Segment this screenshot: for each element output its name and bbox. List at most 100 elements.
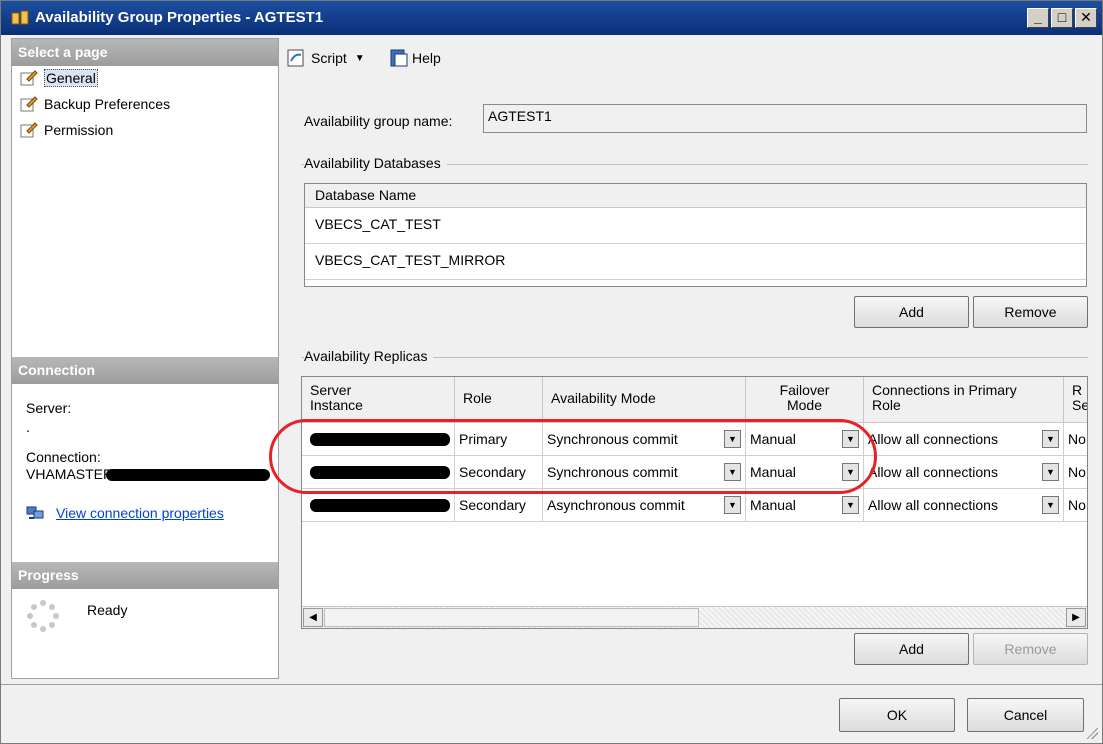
footer-divider	[1, 684, 1102, 685]
close-button[interactable]: ✕	[1075, 8, 1097, 28]
replica-server-cell[interactable]	[302, 489, 455, 522]
page-label: Backup Preferences	[44, 96, 171, 112]
ag-name-label: Availability group name:	[304, 113, 453, 129]
redaction	[310, 499, 450, 512]
readable-secondary-select[interactable]: No	[1064, 456, 1087, 489]
connection-properties-icon	[26, 506, 44, 519]
database-remove-button[interactable]: Remove	[973, 296, 1088, 328]
failover-mode-value: Manual	[750, 464, 796, 480]
view-connection-properties-text[interactable]: View connection properties	[56, 505, 224, 521]
replica-role-cell[interactable]: Secondary	[455, 456, 543, 489]
replica-role-cell[interactable]: Secondary	[455, 489, 543, 522]
connections-primary-select[interactable]: Allow all connections ▼	[864, 423, 1064, 456]
replica-server-cell[interactable]	[302, 423, 455, 456]
page-item-permission[interactable]: Permission	[20, 119, 113, 141]
failover-mode-select[interactable]: Manual ▼	[746, 489, 864, 522]
replica-role-cell[interactable]: Primary	[455, 423, 543, 456]
databases-group-title: Availability Databases	[304, 155, 447, 171]
availability-mode-select[interactable]: Asynchronous commit ▼	[543, 489, 746, 522]
app-icon	[11, 10, 29, 25]
progress-status: Ready	[87, 602, 128, 618]
column-header-role[interactable]: Role	[455, 377, 543, 423]
dropdown-arrow-icon[interactable]: ▼	[1042, 430, 1059, 448]
ok-button[interactable]: OK	[839, 698, 955, 732]
connection-value-text: VHAMASTER	[26, 466, 114, 482]
dropdown-arrow-icon[interactable]: ▼	[724, 463, 741, 481]
script-button[interactable]: Script ▼	[287, 45, 365, 71]
replica-add-button[interactable]: Add	[854, 633, 969, 665]
scroll-right-icon[interactable]: ▶	[1066, 608, 1086, 627]
page-item-backup-preferences[interactable]: Backup Preferences	[20, 93, 170, 115]
dropdown-arrow-icon[interactable]: ▼	[724, 496, 741, 514]
scroll-left-icon[interactable]: ◀	[303, 608, 323, 627]
databases-grid[interactable]: Database Name VBECS_CAT_TEST VBECS_CAT_T…	[304, 183, 1087, 287]
connections-primary-select[interactable]: Allow all connections ▼	[864, 489, 1064, 522]
connection-header: Connection	[12, 357, 278, 384]
horizontal-scrollbar[interactable]: ◀ ▶	[302, 606, 1087, 628]
redaction	[106, 469, 270, 481]
redaction	[310, 466, 450, 479]
dropdown-arrow-icon[interactable]: ▼	[842, 496, 859, 514]
table-row[interactable]: VBECS_CAT_TEST	[305, 208, 1086, 244]
failover-mode-select[interactable]: Manual ▼	[746, 456, 864, 489]
server-value: .	[26, 419, 30, 435]
page-label: Permission	[44, 122, 114, 138]
replica-remove-button[interactable]: Remove	[973, 633, 1088, 665]
scrollbar-thumb[interactable]	[324, 608, 699, 627]
replicas-group-title: Availability Replicas	[304, 348, 434, 364]
database-name-header[interactable]: Database Name	[305, 184, 1086, 208]
page-icon	[20, 122, 38, 138]
availability-mode-select[interactable]: Synchronous commit ▼	[543, 423, 746, 456]
connection-label: Connection:	[26, 449, 101, 465]
progress-spinner-icon	[27, 600, 59, 632]
connections-primary-value: Allow all connections	[868, 464, 998, 480]
replicas-grid[interactable]: Server Instance Role Availability Mode F…	[301, 376, 1088, 629]
availability-mode-select[interactable]: Synchronous commit ▼	[543, 456, 746, 489]
connection-value: VHAMASTER	[26, 466, 276, 482]
readable-secondary-select[interactable]: No	[1064, 489, 1087, 522]
dropdown-arrow-icon[interactable]: ▼	[1042, 496, 1059, 514]
dropdown-arrow-icon[interactable]: ▼	[842, 463, 859, 481]
cancel-button[interactable]: Cancel	[967, 698, 1084, 732]
connections-primary-value: Allow all connections	[868, 431, 998, 447]
failover-mode-select[interactable]: Manual ▼	[746, 423, 864, 456]
dropdown-arrow-icon[interactable]: ▼	[1042, 463, 1059, 481]
replica-server-cell[interactable]	[302, 456, 455, 489]
help-button[interactable]: Help	[390, 45, 441, 71]
column-header-availability-mode[interactable]: Availability Mode	[543, 377, 746, 423]
page-icon	[20, 96, 38, 112]
readable-secondary-select[interactable]: No	[1064, 423, 1087, 456]
minimize-button[interactable]: _	[1027, 8, 1049, 28]
table-row[interactable]: VBECS_CAT_TEST_MIRROR	[305, 244, 1086, 280]
resize-grip-icon[interactable]	[1086, 727, 1098, 739]
failover-mode-value: Manual	[750, 497, 796, 513]
server-label: Server:	[26, 400, 72, 416]
dropdown-arrow-icon[interactable]: ▼	[842, 430, 859, 448]
title-bar[interactable]: Availability Group Properties - AGTEST1 …	[1, 1, 1102, 35]
left-pane: Select a page General Backup Preferences…	[11, 38, 279, 679]
column-header-failover-mode[interactable]: Failover Mode	[746, 377, 864, 423]
ag-name-field[interactable]: AGTEST1	[483, 104, 1087, 133]
availability-mode-value: Synchronous commit	[547, 431, 678, 447]
page-icon	[20, 70, 38, 86]
chevron-down-icon[interactable]: ▼	[355, 53, 365, 64]
dropdown-arrow-icon[interactable]: ▼	[724, 430, 741, 448]
maximize-button[interactable]: □	[1051, 8, 1073, 28]
database-add-button[interactable]: Add	[854, 296, 969, 328]
redaction	[310, 433, 450, 446]
view-connection-properties-link[interactable]: View connection properties	[26, 505, 224, 521]
help-label: Help	[412, 50, 441, 66]
select-page-header: Select a page	[12, 39, 278, 66]
failover-mode-value: Manual	[750, 431, 796, 447]
page-label: General	[44, 69, 98, 87]
column-header-server-instance[interactable]: Server Instance	[302, 377, 455, 423]
dialog-window: Availability Group Properties - AGTEST1 …	[0, 0, 1103, 744]
availability-mode-value: Asynchronous commit	[547, 497, 685, 513]
column-header-readable-secondary[interactable]: R Se	[1064, 377, 1087, 423]
page-item-general[interactable]: General	[20, 67, 98, 89]
column-header-connections-primary-role[interactable]: Connections in Primary Role	[864, 377, 1064, 423]
script-label: Script	[311, 50, 347, 66]
script-icon	[287, 49, 304, 67]
connections-primary-select[interactable]: Allow all connections ▼	[864, 456, 1064, 489]
window-title: Availability Group Properties - AGTEST1	[35, 9, 324, 26]
